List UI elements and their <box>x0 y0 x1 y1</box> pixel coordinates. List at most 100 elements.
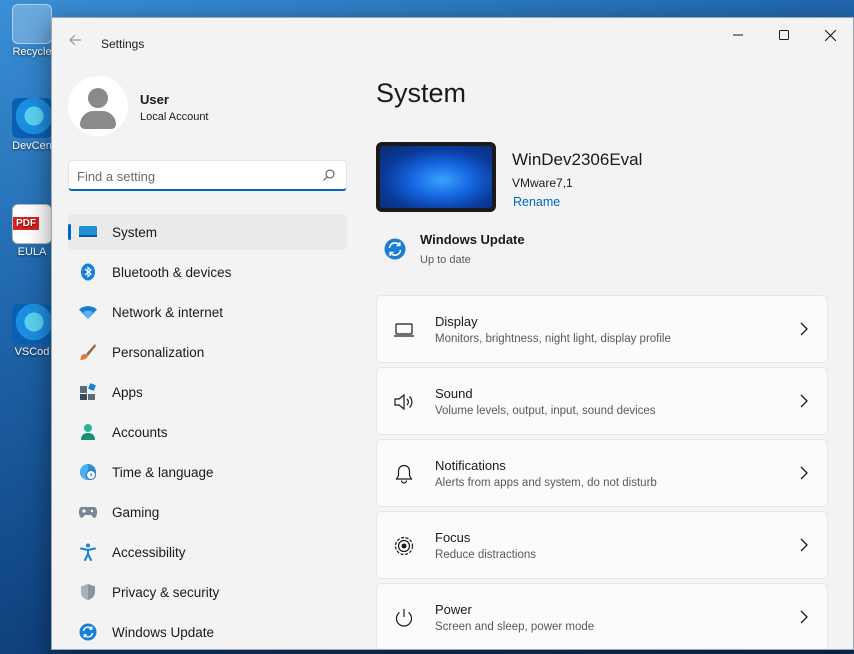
chevron-right-icon <box>800 538 808 552</box>
avatar-head <box>88 88 108 108</box>
wifi-icon <box>78 302 98 322</box>
page-title: System <box>376 78 467 108</box>
card-title: Sound <box>435 386 473 401</box>
profile-account-type: Local Account <box>140 111 209 123</box>
sidebar-item-personalization[interactable]: Personalization <box>68 334 347 370</box>
monitor-icon <box>394 323 414 337</box>
card-focus[interactable]: Focus Reduce distractions <box>376 511 828 579</box>
bell-icon <box>395 464 413 484</box>
sidebar-item-label: Gaming <box>112 504 160 520</box>
profile-name: User <box>140 92 169 107</box>
main-content: System WinDev2306Eval VMware7,1 Rename W… <box>362 66 853 649</box>
wallpaper-image <box>380 146 492 208</box>
desktop-icon-vscode[interactable]: VSCod <box>8 304 56 358</box>
arrow-left-icon <box>69 34 81 46</box>
card-subtitle: Reduce distractions <box>435 549 536 561</box>
sidebar-item-label: Windows Update <box>112 624 215 640</box>
window-title: Settings <box>101 37 145 51</box>
settings-window: Settings User Local Account Find a setti… <box>51 17 854 650</box>
desktop-icon-devcenter[interactable]: DevCen <box>8 98 56 152</box>
sidebar-item-accounts[interactable]: Accounts <box>68 414 347 450</box>
sidebar-item-windows-update[interactable]: Windows Update <box>68 614 347 649</box>
sidebar-item-gaming[interactable]: Gaming <box>68 494 347 530</box>
close-button[interactable] <box>807 18 853 52</box>
title-bar[interactable]: Settings <box>52 18 853 66</box>
card-title: Focus <box>435 530 471 545</box>
apps-icon <box>78 382 98 402</box>
desktop-icon-recycle-bin[interactable]: Recycle <box>8 4 56 58</box>
desktop-icon-label: VSCod <box>14 346 50 358</box>
desktop-icon-label: EULA <box>17 246 47 258</box>
back-button[interactable] <box>64 32 86 54</box>
accessibility-icon <box>78 542 98 562</box>
card-power[interactable]: Power Screen and sleep, power mode <box>376 583 828 649</box>
sidebar-item-label: Bluetooth & devices <box>112 264 232 280</box>
bluetooth-icon <box>78 262 98 282</box>
device-model: VMware7,1 <box>512 176 573 190</box>
brush-icon <box>78 342 98 362</box>
sidebar-item-label: Personalization <box>112 344 205 360</box>
windows-update-icon[interactable] <box>384 238 406 260</box>
chevron-right-icon <box>800 610 808 624</box>
sidebar: User Local Account System Bluetooth & de… <box>52 66 362 649</box>
card-subtitle: Monitors, brightness, night light, displ… <box>435 333 671 345</box>
sidebar-item-bluetooth[interactable]: Bluetooth & devices <box>68 254 347 290</box>
sidebar-item-label: Accounts <box>112 424 168 440</box>
card-sound[interactable]: Sound Volume levels, output, input, soun… <box>376 367 828 435</box>
card-title: Display <box>435 314 478 329</box>
chevron-right-icon <box>800 466 808 480</box>
focus-icon <box>394 536 414 556</box>
sidebar-item-label: Time & language <box>112 464 214 480</box>
search-input[interactable] <box>77 166 312 186</box>
sidebar-item-label: Network & internet <box>112 304 224 320</box>
system-icon <box>78 222 98 242</box>
edge-icon <box>12 304 52 344</box>
desktop-icon-eula[interactable]: PDF EULA <box>8 204 56 258</box>
card-subtitle: Volume levels, output, input, sound devi… <box>435 405 656 417</box>
sidebar-item-label: Accessibility <box>112 544 186 560</box>
person-icon <box>78 422 98 442</box>
search-box[interactable] <box>68 160 347 191</box>
minimize-button[interactable] <box>715 18 761 52</box>
gamepad-icon <box>78 502 98 522</box>
card-title: Notifications <box>435 458 506 473</box>
pdf-badge: PDF <box>13 217 39 230</box>
card-subtitle: Screen and sleep, power mode <box>435 621 595 633</box>
sidebar-item-accessibility[interactable]: Accessibility <box>68 534 347 570</box>
sidebar-item-network[interactable]: Network & internet <box>68 294 347 330</box>
windows-update-status: Up to date <box>420 254 471 266</box>
sidebar-item-privacy[interactable]: Privacy & security <box>68 574 347 610</box>
card-notifications[interactable]: Notifications Alerts from apps and syste… <box>376 439 828 507</box>
speaker-icon <box>394 393 413 411</box>
maximize-icon <box>779 30 789 40</box>
search-icon <box>323 169 335 181</box>
desktop-icon-label: Recycle <box>12 46 52 58</box>
device-wallpaper-thumbnail <box>376 142 496 212</box>
card-display[interactable]: Display Monitors, brightness, night ligh… <box>376 295 828 363</box>
sidebar-item-label: System <box>112 224 158 240</box>
update-icon <box>78 622 98 642</box>
edge-icon <box>12 98 52 138</box>
maximize-button[interactable] <box>761 18 807 52</box>
card-subtitle: Alerts from apps and system, do not dist… <box>435 477 657 489</box>
shield-icon <box>78 582 98 602</box>
sidebar-item-time-language[interactable]: Time & language <box>68 454 347 490</box>
avatar-body <box>80 111 116 129</box>
sidebar-nav: System Bluetooth & devices Network & int… <box>68 214 347 649</box>
recycle-bin-icon <box>12 4 52 44</box>
settings-cards: Display Monitors, brightness, night ligh… <box>376 295 828 649</box>
sidebar-item-label: Apps <box>112 384 143 400</box>
avatar <box>68 76 128 136</box>
sidebar-item-apps[interactable]: Apps <box>68 374 347 410</box>
sidebar-item-system[interactable]: System <box>68 214 347 250</box>
pdf-file-icon: PDF <box>12 204 52 244</box>
minimize-icon <box>733 34 743 36</box>
sidebar-item-label: Privacy & security <box>112 584 220 600</box>
device-name: WinDev2306Eval <box>512 150 643 169</box>
desktop-icon-label: DevCen <box>12 140 52 152</box>
chevron-right-icon <box>800 394 808 408</box>
power-icon <box>395 609 413 627</box>
windows-update-title[interactable]: Windows Update <box>420 232 525 247</box>
rename-link[interactable]: Rename <box>513 195 560 209</box>
card-title: Power <box>435 602 472 617</box>
